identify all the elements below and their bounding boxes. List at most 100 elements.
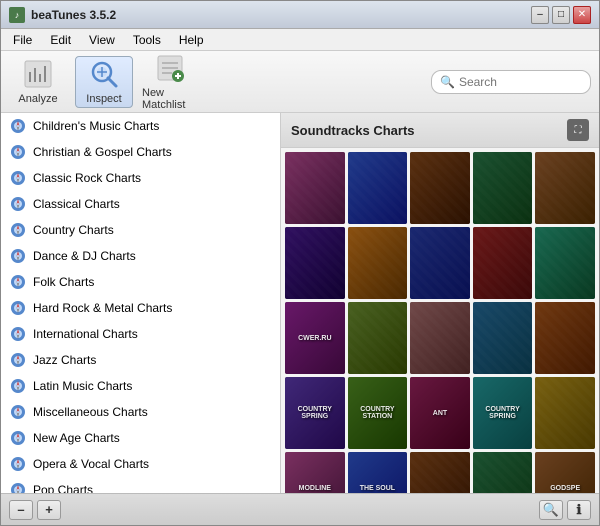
album-thumbnail[interactable]: [348, 227, 408, 299]
chart-icon: [9, 299, 27, 317]
new-matchlist-button[interactable]: New Matchlist: [141, 56, 199, 108]
album-row: [285, 152, 595, 224]
sidebar-item-label: Classical Charts: [33, 197, 120, 211]
chart-icon: [9, 247, 27, 265]
window-title: beaTunes 3.5.2: [31, 8, 531, 22]
add-button[interactable]: +: [37, 500, 61, 520]
menu-view[interactable]: View: [81, 31, 123, 49]
chart-icon: [9, 325, 27, 343]
analyze-label: Analyze: [18, 93, 57, 105]
album-thumbnail[interactable]: [473, 152, 533, 224]
sidebar-item-new-age[interactable]: New Age Charts: [1, 425, 280, 451]
search-input[interactable]: [459, 75, 582, 89]
sidebar-item-label: Hard Rock & Metal Charts: [33, 301, 172, 315]
chart-icon: [9, 403, 27, 421]
album-thumbnail[interactable]: THE SOUL: [348, 452, 408, 493]
analyze-icon: [22, 58, 54, 90]
album-thumbnail[interactable]: [348, 152, 408, 224]
chart-icon: [9, 195, 27, 213]
remove-button[interactable]: –: [9, 500, 33, 520]
album-thumbnail[interactable]: [285, 152, 345, 224]
info-button[interactable]: ℹ: [567, 500, 591, 520]
album-thumbnail[interactable]: [535, 377, 595, 449]
sidebar-item-label: Pop Charts: [33, 483, 93, 493]
chart-icon: [9, 429, 27, 447]
album-thumbnail[interactable]: [410, 452, 470, 493]
menu-file[interactable]: File: [5, 31, 40, 49]
analyze-button[interactable]: Analyze: [9, 56, 67, 108]
sidebar-item-dance[interactable]: Dance & DJ Charts: [1, 243, 280, 269]
album-thumbnail[interactable]: [535, 152, 595, 224]
sidebar-item-latin[interactable]: Latin Music Charts: [1, 373, 280, 399]
chart-icon: [9, 481, 27, 493]
album-thumbnail[interactable]: [410, 302, 470, 374]
album-thumbnail[interactable]: [285, 227, 345, 299]
chart-icon: [9, 377, 27, 395]
inspect-button[interactable]: Inspect: [75, 56, 133, 108]
sidebar-item-classical[interactable]: Classical Charts: [1, 191, 280, 217]
chart-icon: [9, 351, 27, 369]
album-thumbnail[interactable]: ANT: [410, 377, 470, 449]
fullscreen-button[interactable]: ⛶: [567, 119, 589, 141]
sidebar-item-misc[interactable]: Miscellaneous Charts: [1, 399, 280, 425]
sidebar-item-classic-rock[interactable]: Classic Rock Charts: [1, 165, 280, 191]
sidebar-item-label: Miscellaneous Charts: [33, 405, 148, 419]
chart-icon: [9, 273, 27, 291]
search-icon: 🔍: [440, 75, 455, 89]
inspect-label: Inspect: [86, 93, 121, 105]
album-thumbnail[interactable]: [348, 302, 408, 374]
album-row: MODLINETHE SOUL GODSPE: [285, 452, 595, 493]
sidebar: Children's Music Charts Christian & Gospe…: [1, 113, 281, 493]
album-thumbnail[interactable]: [535, 227, 595, 299]
album-thumbnail[interactable]: MODLINE: [285, 452, 345, 493]
sidebar-item-country[interactable]: Country Charts: [1, 217, 280, 243]
minimize-button[interactable]: –: [531, 6, 549, 24]
title-bar: ♪ beaTunes 3.5.2 – □ ✕: [1, 1, 599, 29]
album-thumbnail[interactable]: [410, 152, 470, 224]
album-thumbnail[interactable]: [473, 227, 533, 299]
close-button[interactable]: ✕: [573, 6, 591, 24]
album-thumbnail[interactable]: COUNTRY STATION: [348, 377, 408, 449]
sidebar-item-pop[interactable]: Pop Charts: [1, 477, 280, 493]
sidebar-item-label: Folk Charts: [33, 275, 94, 289]
sidebar-item-childrens[interactable]: Children's Music Charts: [1, 113, 280, 139]
chart-icon: [9, 455, 27, 473]
search-bar[interactable]: 🔍: [431, 70, 591, 94]
sidebar-item-folk[interactable]: Folk Charts: [1, 269, 280, 295]
maximize-button[interactable]: □: [552, 6, 570, 24]
album-thumbnail[interactable]: COUNTRY SPRING: [473, 377, 533, 449]
sidebar-item-christian[interactable]: Christian & Gospel Charts: [1, 139, 280, 165]
album-thumbnail[interactable]: GODSPE: [535, 452, 595, 493]
sidebar-item-label: Dance & DJ Charts: [33, 249, 136, 263]
album-thumbnail[interactable]: COUNTRY SPRING: [285, 377, 345, 449]
album-thumbnail[interactable]: [473, 302, 533, 374]
search-bottom-button[interactable]: 🔍: [539, 500, 563, 520]
main-area: Children's Music Charts Christian & Gospe…: [1, 113, 599, 493]
toolbar: Analyze Inspect: [1, 51, 599, 113]
window-controls: – □ ✕: [531, 6, 591, 24]
new-matchlist-icon: [154, 52, 186, 84]
new-matchlist-label: New Matchlist: [142, 87, 198, 111]
menu-edit[interactable]: Edit: [42, 31, 79, 49]
chart-icon: [9, 221, 27, 239]
bottom-left-controls: – +: [9, 500, 61, 520]
album-thumbnail[interactable]: CWER.RU: [285, 302, 345, 374]
album-thumbnail[interactable]: [535, 302, 595, 374]
bottom-bar: – + 🔍 ℹ: [1, 493, 599, 525]
album-thumbnail[interactable]: [410, 227, 470, 299]
sidebar-item-label: International Charts: [33, 327, 138, 341]
album-grid: CWER.RUCOUNTRY SPRINGCOUNTRY STATIONANTC…: [281, 148, 599, 493]
sidebar-item-opera[interactable]: Opera & Vocal Charts: [1, 451, 280, 477]
sidebar-item-hard-rock[interactable]: Hard Rock & Metal Charts: [1, 295, 280, 321]
menu-tools[interactable]: Tools: [125, 31, 169, 49]
album-thumbnail[interactable]: [473, 452, 533, 493]
chart-icon: [9, 143, 27, 161]
menu-help[interactable]: Help: [171, 31, 212, 49]
sidebar-item-jazz[interactable]: Jazz Charts: [1, 347, 280, 373]
sidebar-item-label: Children's Music Charts: [33, 119, 159, 133]
content-header: Soundtracks Charts ⛶: [281, 113, 599, 148]
album-row: [285, 227, 595, 299]
sidebar-item-label: Christian & Gospel Charts: [33, 145, 172, 159]
sidebar-item-international[interactable]: International Charts: [1, 321, 280, 347]
sidebar-item-label: New Age Charts: [33, 431, 120, 445]
